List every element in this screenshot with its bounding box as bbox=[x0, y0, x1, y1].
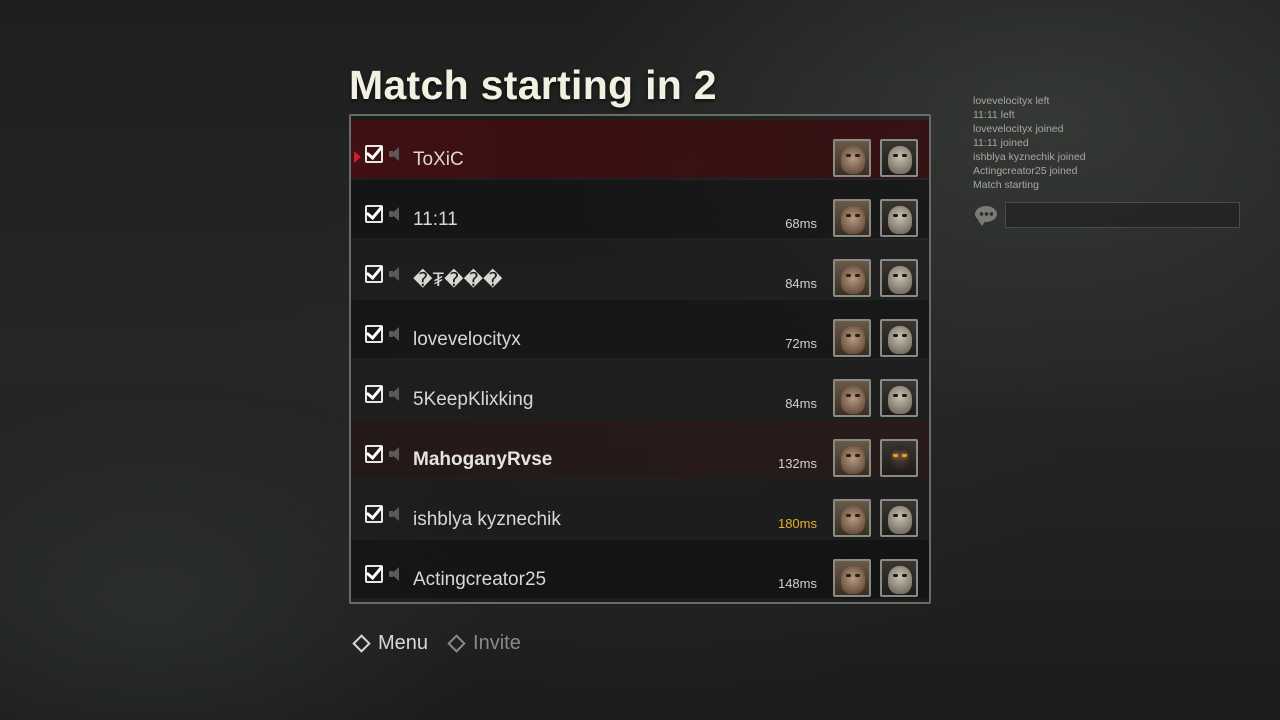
diamond-button-icon bbox=[352, 634, 371, 653]
counselor-avatar-icon[interactable] bbox=[833, 439, 871, 477]
player-list-panel: ToXiC 11:11 68ms �₮��� 84ms lovevelocity… bbox=[349, 114, 931, 604]
chat-input-row bbox=[973, 202, 1243, 228]
player-name: MahoganyRvse bbox=[413, 449, 553, 470]
voice-speaker-icon[interactable] bbox=[389, 507, 401, 521]
chat-message: lovevelocityx left bbox=[973, 95, 1050, 107]
player-ping: 84ms bbox=[785, 276, 817, 291]
voice-speaker-icon[interactable] bbox=[389, 327, 401, 341]
footer-actions: Menu Invite bbox=[352, 632, 521, 655]
voice-speaker-icon[interactable] bbox=[389, 567, 401, 581]
chat-message: 11:11 left bbox=[973, 109, 1015, 121]
chat-log: lovevelocityx left 11:11 left loveveloci… bbox=[973, 94, 1243, 192]
player-name: Actingcreator25 bbox=[413, 569, 547, 590]
player-row[interactable]: Actingcreator25 148ms bbox=[351, 540, 929, 598]
player-name: ToXiC bbox=[413, 149, 464, 170]
chat-input[interactable] bbox=[1005, 202, 1240, 228]
invite-label: Invite bbox=[473, 632, 521, 654]
ready-checkbox-icon bbox=[365, 445, 383, 463]
counselor-avatar-icon[interactable] bbox=[833, 139, 871, 177]
killer-mask-icon[interactable] bbox=[880, 319, 918, 357]
chat-message: lovevelocityx joined bbox=[973, 123, 1064, 135]
ready-checkbox-icon bbox=[365, 505, 383, 523]
chat-message: 11:11 joined bbox=[973, 137, 1029, 149]
ready-checkbox-icon bbox=[365, 205, 383, 223]
chat-panel: lovevelocityx left 11:11 left loveveloci… bbox=[973, 94, 1243, 228]
ready-checkbox-icon bbox=[365, 385, 383, 403]
player-name: 11:11 bbox=[413, 209, 458, 230]
ready-checkbox-icon bbox=[365, 325, 383, 343]
player-row[interactable]: 11:11 68ms bbox=[351, 180, 929, 238]
killer-mask-icon[interactable] bbox=[880, 199, 918, 237]
menu-button[interactable]: Menu bbox=[352, 632, 429, 655]
player-name: 5KeepKlixking bbox=[413, 389, 534, 410]
player-ping: 84ms bbox=[785, 396, 817, 411]
counselor-avatar-icon[interactable] bbox=[833, 319, 871, 357]
player-row[interactable]: �₮��� 84ms bbox=[351, 240, 929, 298]
killer-mask-icon[interactable] bbox=[880, 499, 918, 537]
host-pointer-icon bbox=[354, 151, 361, 163]
voice-speaker-icon[interactable] bbox=[389, 387, 401, 401]
player-ping: 180ms bbox=[777, 516, 817, 531]
chat-message: ishblya kyznechik joined bbox=[973, 151, 1086, 163]
player-ping: 68ms bbox=[785, 216, 817, 231]
chat-message: Actingcreator25 joined bbox=[973, 165, 1078, 177]
voice-speaker-icon[interactable] bbox=[389, 267, 401, 281]
player-row[interactable]: ishblya kyznechik 180ms bbox=[351, 480, 929, 538]
counselor-avatar-icon[interactable] bbox=[833, 259, 871, 297]
player-row[interactable]: 5KeepKlixking 84ms bbox=[351, 360, 929, 418]
ready-checkbox-icon bbox=[365, 145, 383, 163]
killer-mask-icon[interactable] bbox=[880, 139, 918, 177]
chat-bubble-icon bbox=[975, 206, 997, 226]
menu-label: Menu bbox=[378, 632, 429, 654]
player-ping: 148ms bbox=[777, 576, 817, 591]
ready-checkbox-icon bbox=[365, 265, 383, 283]
player-ping: 72ms bbox=[785, 336, 817, 351]
player-name: ishblya kyznechik bbox=[413, 509, 561, 530]
killer-mask-icon[interactable] bbox=[880, 259, 918, 297]
invite-button[interactable]: Invite bbox=[447, 632, 521, 655]
player-name: �₮��� bbox=[413, 270, 503, 291]
counselor-avatar-icon[interactable] bbox=[833, 199, 871, 237]
killer-mask-icon[interactable] bbox=[880, 559, 918, 597]
player-ping: 132ms bbox=[777, 456, 817, 471]
counselor-avatar-icon[interactable] bbox=[833, 379, 871, 417]
counselor-avatar-icon[interactable] bbox=[833, 559, 871, 597]
chat-message: Match starting bbox=[973, 179, 1039, 191]
diamond-button-icon bbox=[447, 634, 466, 653]
voice-speaker-icon[interactable] bbox=[389, 207, 401, 221]
voice-speaker-icon[interactable] bbox=[389, 447, 401, 461]
killer-mask-icon[interactable] bbox=[880, 439, 918, 477]
player-row[interactable]: lovevelocityx 72ms bbox=[351, 300, 929, 358]
voice-speaker-icon[interactable] bbox=[389, 147, 401, 161]
player-row-self[interactable]: MahoganyRvse 132ms bbox=[351, 420, 929, 478]
player-row[interactable]: ToXiC bbox=[351, 120, 929, 178]
page-title: Match starting in 2 bbox=[349, 62, 717, 108]
ready-checkbox-icon bbox=[365, 565, 383, 583]
killer-mask-icon[interactable] bbox=[880, 379, 918, 417]
player-name: lovevelocityx bbox=[413, 329, 521, 350]
counselor-avatar-icon[interactable] bbox=[833, 499, 871, 537]
